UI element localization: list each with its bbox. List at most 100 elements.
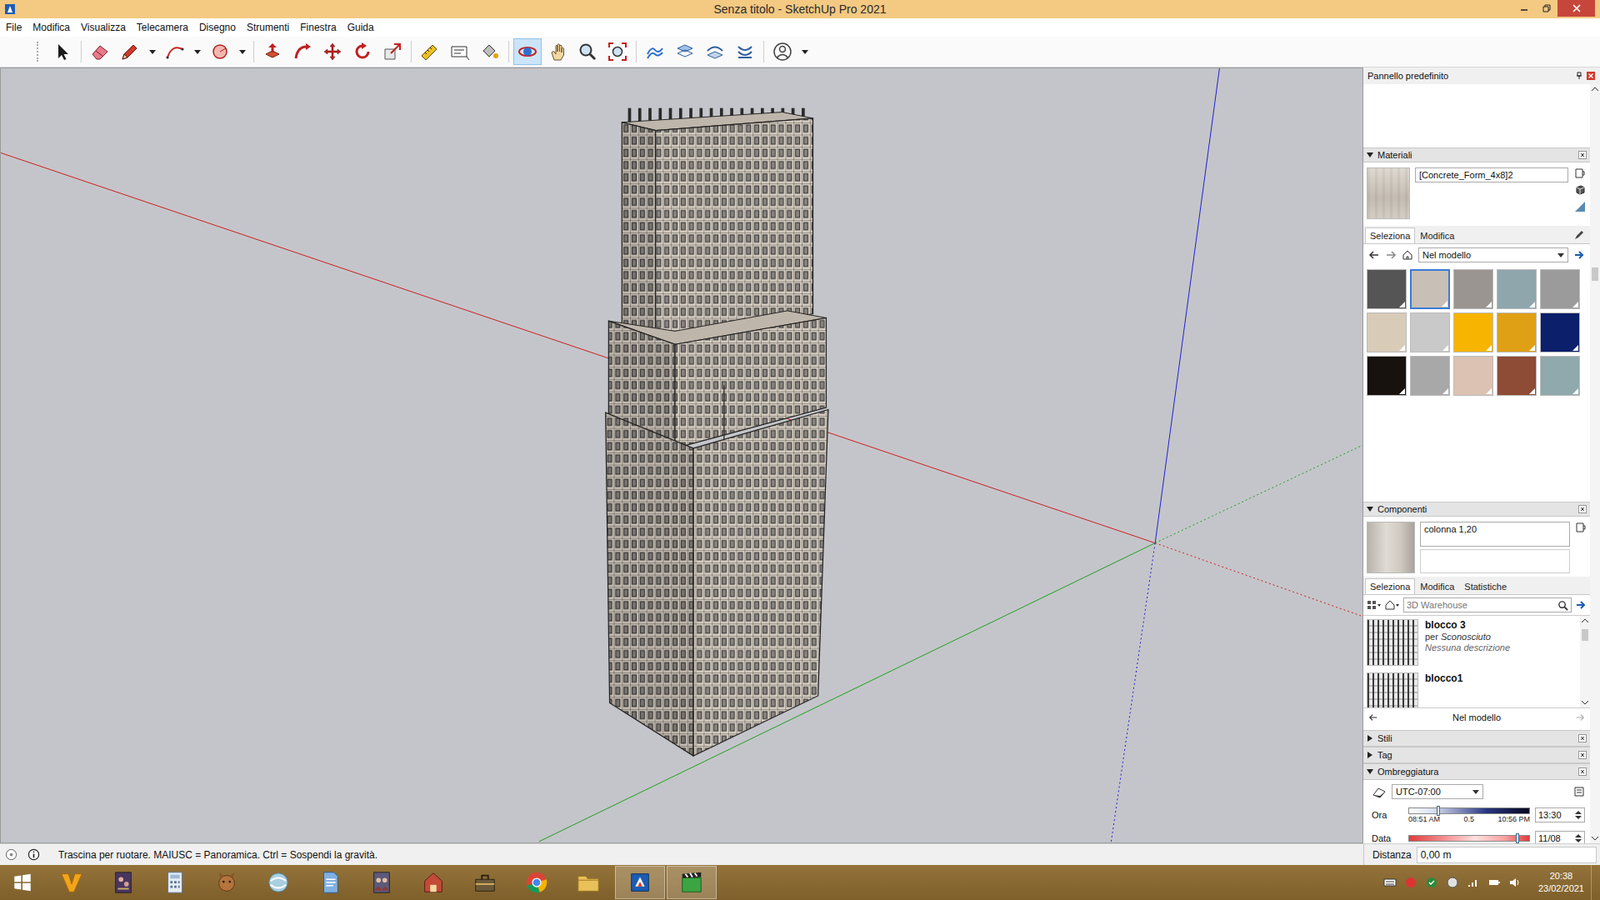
scroll-down-icon[interactable] (1581, 699, 1589, 706)
component-name-field[interactable]: colonna 1,20 (1420, 521, 1570, 547)
components-tab[interactable]: Statistiche (1459, 578, 1512, 595)
tool-button[interactable] (513, 38, 542, 65)
taskbar-app[interactable] (356, 865, 407, 900)
battery-icon[interactable] (1487, 875, 1501, 890)
building-model[interactable] (605, 108, 829, 756)
menu-item[interactable]: Modifica (27, 21, 76, 34)
date-field[interactable]: 11/08 (1535, 830, 1585, 844)
tool-dropdown[interactable] (145, 39, 160, 65)
tool-button[interactable] (115, 38, 145, 65)
taskbar-app[interactable] (46, 865, 97, 900)
menu-item[interactable]: Disegno (194, 21, 242, 34)
section-close-icon[interactable] (1578, 734, 1587, 743)
start-button[interactable] (0, 865, 45, 900)
volume-icon[interactable] (1508, 875, 1522, 890)
tool-button[interactable] (543, 38, 572, 65)
measurements-field[interactable]: 0,00 m (1416, 846, 1597, 864)
tool-button[interactable] (378, 38, 407, 65)
tool-dropdown[interactable] (235, 39, 250, 65)
component-item[interactable]: blocco1 (1366, 672, 1577, 708)
shadow-details-icon[interactable] (1573, 785, 1585, 798)
menu-item[interactable]: Guida (342, 21, 380, 34)
material-swatch[interactable] (1453, 269, 1494, 310)
antivirus-icon[interactable] (1404, 875, 1418, 890)
material-swatch[interactable] (1496, 355, 1537, 396)
tool-button[interactable] (670, 38, 700, 65)
section-header[interactable]: Componenti (1363, 501, 1590, 517)
tool-button[interactable] (730, 38, 760, 65)
geolocation-icon[interactable] (5, 848, 18, 861)
tool-dropdown[interactable] (190, 39, 205, 65)
tray-scrollbar[interactable] (1590, 84, 1600, 844)
taskbar-app[interactable] (511, 865, 562, 900)
material-swatch[interactable] (1366, 312, 1407, 353)
taskbar-app[interactable] (460, 865, 510, 900)
create-material-icon[interactable] (1574, 184, 1586, 196)
material-swatch[interactable] (1496, 312, 1537, 353)
spinner-icon[interactable] (1575, 810, 1582, 820)
time-slider[interactable] (1408, 807, 1530, 815)
taskbar-app[interactable] (150, 865, 200, 900)
taskbar-app[interactable] (253, 865, 304, 900)
default-material-icon[interactable] (1574, 200, 1586, 213)
section-close-icon[interactable] (1578, 505, 1587, 514)
tool-button[interactable] (573, 38, 602, 65)
close-button[interactable] (1557, 0, 1595, 17)
section-close-icon[interactable] (1578, 767, 1587, 776)
3d-viewport[interactable] (0, 67, 1364, 844)
date-slider[interactable] (1408, 835, 1530, 842)
material-name-field[interactable]: [Concrete_Form_4x8]2 (1415, 167, 1569, 183)
taskbar-app[interactable] (98, 865, 149, 900)
tool-button[interactable] (85, 38, 115, 65)
time-slider-thumb[interactable] (1436, 805, 1440, 816)
tool-button[interactable] (603, 38, 632, 65)
taskbar-app[interactable] (563, 865, 614, 900)
details-arrow-icon[interactable] (1573, 249, 1585, 261)
taskbar-app[interactable] (615, 865, 665, 900)
list-scrollbar[interactable] (1580, 615, 1590, 708)
tool-button[interactable] (640, 38, 670, 65)
shadows-toggle-icon[interactable] (1371, 785, 1387, 799)
show-desktop-button[interactable] (1590, 865, 1600, 900)
pin-icon[interactable] (1575, 71, 1584, 80)
tool-button[interactable] (160, 38, 190, 65)
forward-arrow-icon[interactable] (1575, 712, 1585, 723)
tool-button[interactable] (415, 38, 445, 65)
material-swatch[interactable] (1366, 355, 1407, 396)
back-arrow-icon[interactable] (1368, 249, 1380, 261)
material-swatch[interactable] (1366, 269, 1407, 310)
minimize-button[interactable] (1512, 0, 1535, 17)
tool-button[interactable] (288, 38, 317, 65)
taskbar-app[interactable] (305, 865, 355, 900)
material-swatch[interactable] (1453, 312, 1494, 353)
section-close-icon[interactable] (1578, 150, 1587, 160)
menu-item[interactable]: File (0, 21, 28, 34)
section-header[interactable]: Ombreggiatura (1363, 763, 1590, 780)
forward-arrow-icon[interactable] (1385, 249, 1397, 261)
components-tab[interactable]: Modifica (1415, 578, 1460, 595)
menu-item[interactable]: Finestra (295, 21, 342, 34)
taskbar-app[interactable] (201, 865, 252, 900)
component-item[interactable]: blocco 3 per Sconosciuto Nessuna descriz… (1366, 619, 1577, 666)
component-description-field[interactable] (1420, 549, 1570, 575)
library-dropdown[interactable]: Nel modello (1418, 247, 1569, 263)
material-swatch[interactable] (1540, 355, 1580, 396)
tool-button[interactable] (700, 38, 730, 65)
home-icon[interactable] (1401, 249, 1414, 261)
spinner-icon[interactable] (1575, 833, 1582, 844)
network-tray-icon[interactable] (1466, 875, 1480, 890)
material-swatch[interactable] (1410, 355, 1450, 396)
tool-button[interactable] (205, 38, 235, 65)
tool-button[interactable] (475, 38, 505, 65)
tool-button[interactable] (768, 38, 797, 65)
menu-item[interactable]: Strumenti (241, 21, 295, 34)
section-header[interactable]: Tag (1363, 746, 1590, 764)
menu-item[interactable]: Telecamera (131, 21, 195, 34)
section-header[interactable]: Materiali (1363, 147, 1590, 163)
section-header[interactable]: Stili (1363, 730, 1590, 747)
tool-button[interactable] (48, 38, 77, 65)
tool-button[interactable] (445, 38, 475, 65)
details-arrow-icon[interactable] (1575, 599, 1587, 611)
display-secondary-icon[interactable] (1575, 521, 1587, 534)
sync-icon[interactable] (1445, 875, 1460, 890)
